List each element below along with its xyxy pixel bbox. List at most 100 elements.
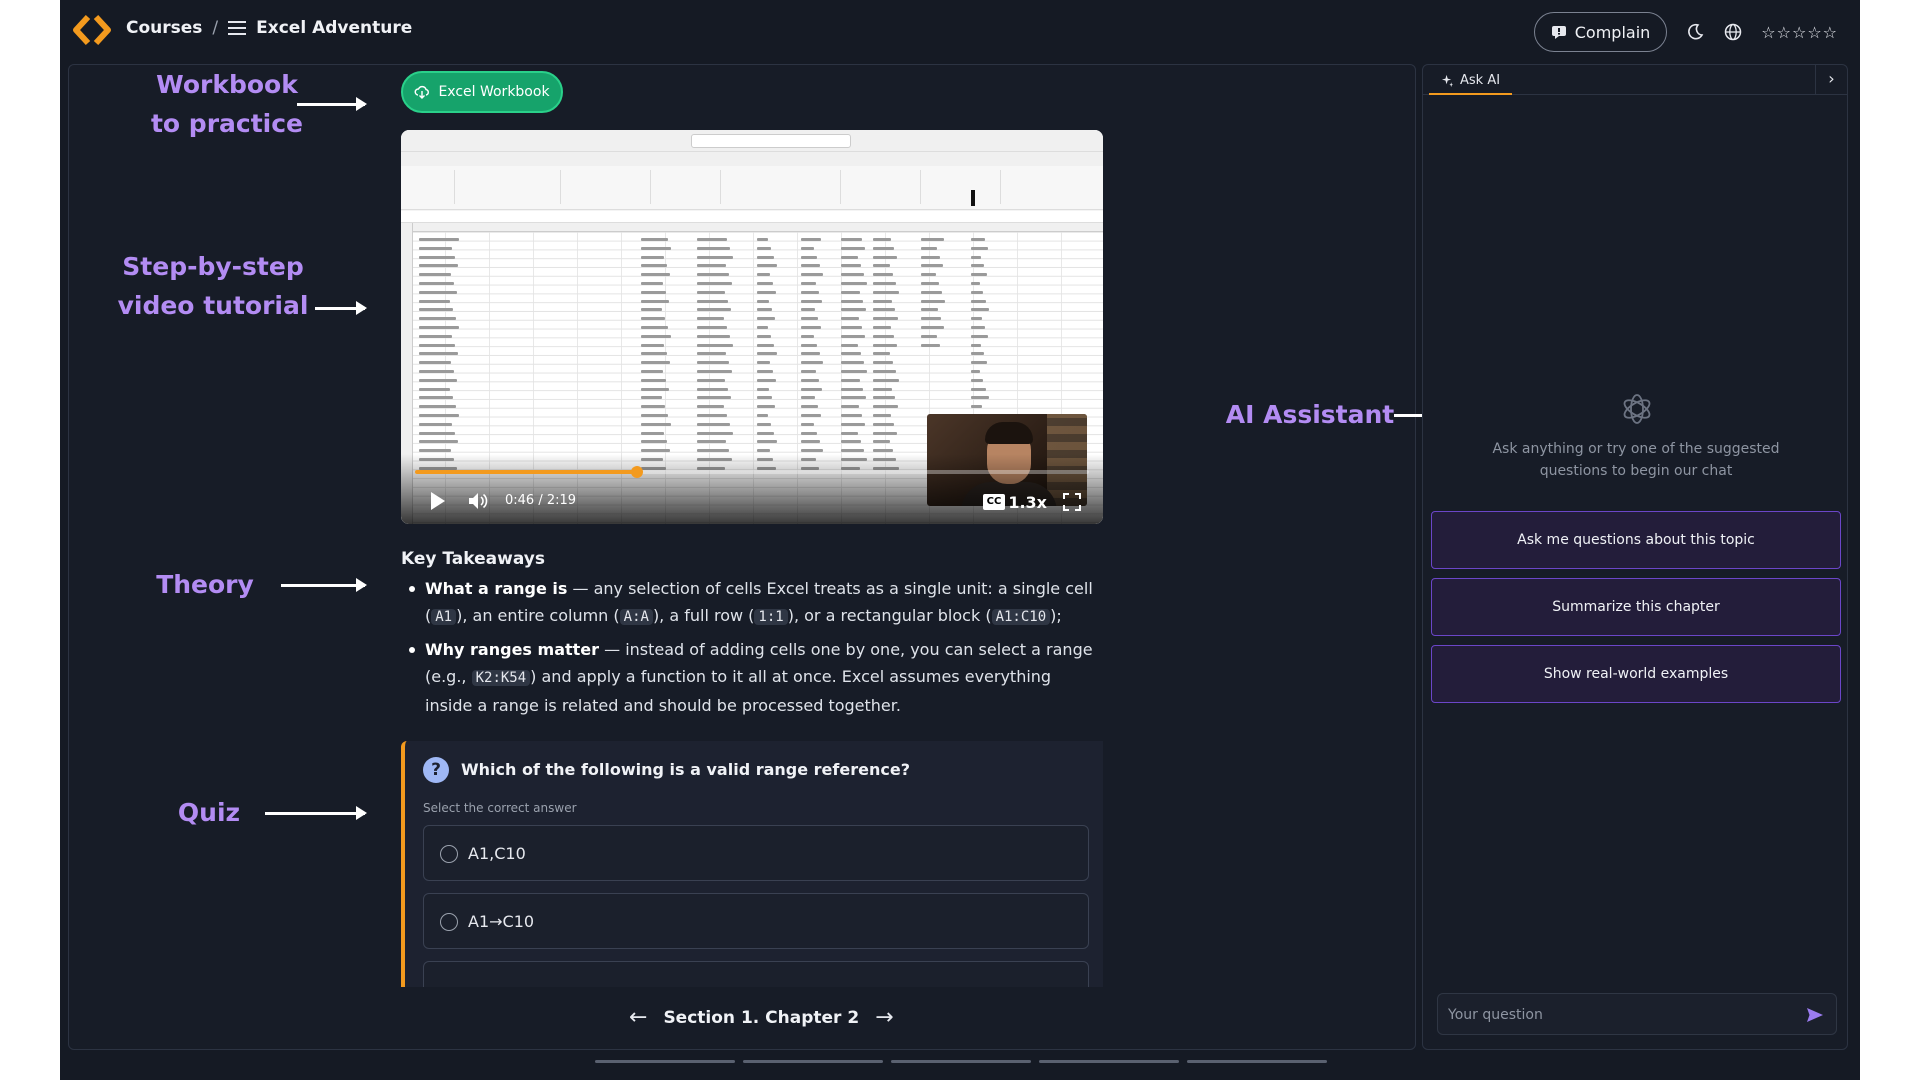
annotation-arrow [265,806,367,820]
tab-ask-ai[interactable]: Ask AI [1429,67,1513,95]
cell-text [921,343,940,347]
cell-text [419,246,452,250]
quiz-option[interactable]: A1,C10 [423,825,1089,881]
suggestion-real-world-examples[interactable]: Show real-world examples [1431,645,1841,703]
cell-text [971,334,988,338]
annotation-video: Step-by-step video tutorial [117,252,309,320]
key-takeaways-title: Key Takeaways [401,549,545,569]
video-player[interactable]: 0:46 / 2:19 CC 1.3x [401,130,1103,524]
ai-question-input[interactable] [1448,1004,1788,1026]
cell-text [757,264,777,268]
cell-text [841,273,864,277]
takeaway-text: ), or a rectangular block ( [787,606,992,625]
fullscreen-icon[interactable] [1063,493,1081,511]
cell-text [801,317,818,321]
cell-text [757,396,772,400]
hamburger-icon[interactable] [228,21,247,35]
cell-text [921,282,939,285]
cell-text [873,334,894,338]
cell-text [873,308,895,312]
quiz-question: Which of the following is a valid range … [461,760,910,779]
cell-text [971,378,983,382]
breadcrumb-courses[interactable]: Courses [126,18,202,38]
previous-chapter-arrow[interactable]: ← [629,1005,647,1030]
quiz-option[interactable]: A1→C10 [423,893,1089,949]
next-chapter-arrow[interactable]: → [875,1005,893,1030]
suggestion-summarize[interactable]: Summarize this chapter [1431,578,1841,636]
cell-text [801,422,814,426]
takeaway-item: What a range is — any selection of cells… [401,575,1101,631]
ai-assistant-panel: Ask AI › Ask anything or try one of the … [1422,64,1848,1050]
cell-text [873,440,890,444]
playback-speed[interactable]: 1.3x [1008,493,1047,512]
cell-text [873,378,899,382]
video-progress-bar[interactable] [415,466,1089,478]
cell-text [419,370,454,373]
globe-icon[interactable] [1723,22,1743,42]
moon-icon[interactable] [1685,22,1705,42]
complain-button[interactable]: Complain [1533,12,1668,52]
suggestion-ask-questions[interactable]: Ask me questions about this topic [1431,511,1841,569]
header-actions: Complain ☆☆☆☆☆ [1533,12,1838,52]
send-icon[interactable] [1806,1006,1824,1024]
cell-text [841,326,862,329]
cell-text [841,440,861,444]
cell-text [757,361,770,365]
cell-text [757,370,773,373]
volume-icon[interactable] [467,490,489,512]
duration: 2:19 [546,493,577,508]
captions-button[interactable]: CC [983,494,1005,510]
cell-text [757,352,777,356]
collapse-panel-icon[interactable]: › [1815,65,1847,95]
cell-text [419,264,458,268]
excel-search-box [691,134,851,148]
cell-text [873,264,890,268]
cell-text [757,431,774,435]
excel-workbook-button[interactable]: Excel Workbook [401,71,563,113]
quiz-option[interactable] [423,961,1089,987]
cell-text [419,255,455,259]
cell-text [641,387,669,391]
cell-text [757,414,768,417]
takeaway-text: ); [1050,606,1062,625]
cell-text [841,370,867,373]
cell-text [419,282,454,285]
cell-text [641,414,668,417]
cell-text [801,343,817,347]
cell-text [873,326,891,329]
cell-text [419,334,452,338]
cell-text [419,440,458,444]
cell-text [697,352,726,356]
cell-text [697,343,733,347]
cell-text [971,299,986,303]
cell-text [641,334,671,338]
cell-text [697,290,725,294]
logo-icon[interactable] [72,14,112,46]
cell-text [841,317,859,321]
radio-button[interactable] [440,913,458,931]
cell-text [697,317,724,321]
cell-text [697,361,729,365]
breadcrumb-course-title[interactable]: Excel Adventure [256,18,412,38]
takeaway-item: Why ranges matter — instead of adding ce… [401,636,1101,719]
cell-text [971,308,989,312]
play-icon[interactable] [429,490,447,512]
cell-text [641,396,662,400]
cell-text [419,299,450,303]
ribbon-group [651,170,721,204]
cell-text [971,396,989,400]
cell-text [419,343,455,347]
radio-button[interactable] [440,845,458,863]
annotation-ai-assistant: AI Assistant [1225,400,1395,429]
cell-text [971,361,987,365]
cell-text [873,449,893,453]
cell-text [697,255,733,259]
cell-text [801,299,822,303]
cell-text [697,246,730,250]
cell-text [873,290,899,294]
rating-stars[interactable]: ☆☆☆☆☆ [1761,23,1838,42]
sparkle-icon [1441,74,1454,87]
cell-text [841,387,863,391]
cell-text [641,326,668,329]
chapter-label: Section 1. Chapter 2 [663,1007,860,1028]
